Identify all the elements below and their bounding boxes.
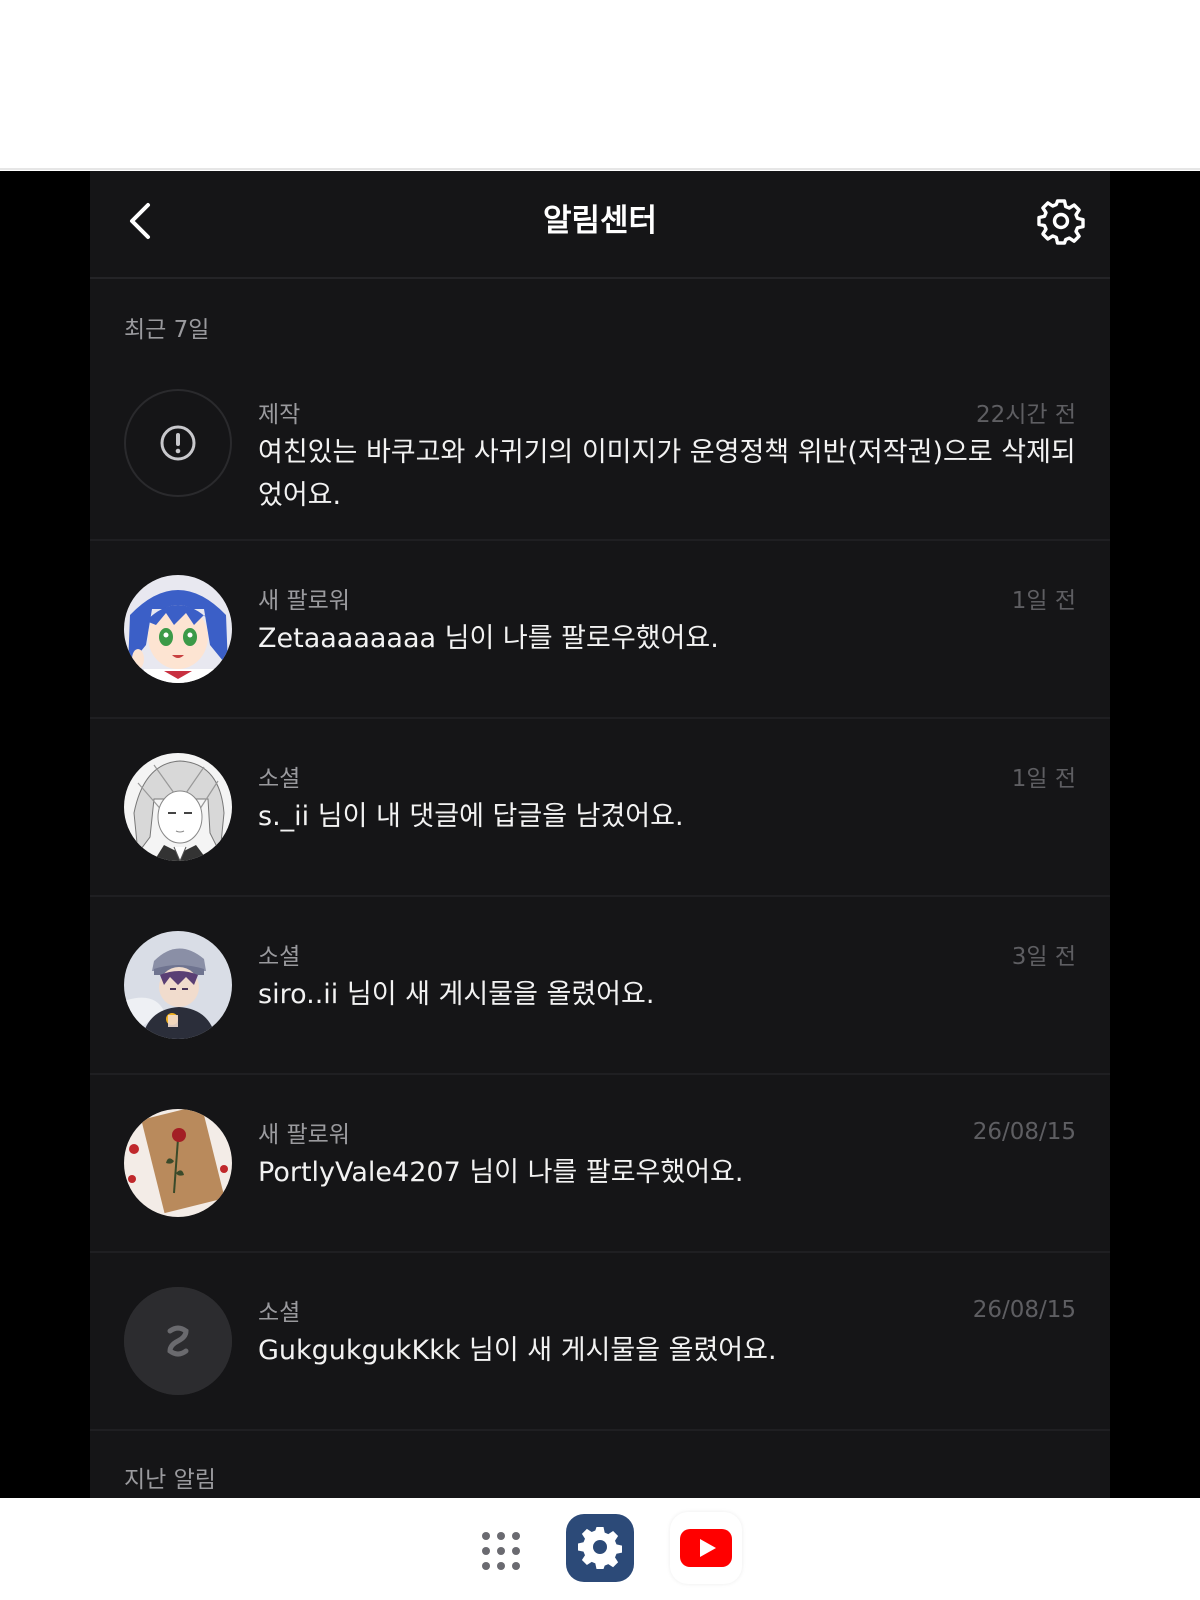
avatar	[124, 753, 232, 861]
notification-meta: 새 팔로워 1일 전	[258, 583, 1076, 614]
notification-category: 제작	[258, 402, 301, 428]
notification-time: 26/08/15	[972, 1119, 1076, 1145]
notification-body: 새 팔로워 26/08/15 PortlyVale4207 님이 나를 팔로우했…	[258, 1109, 1076, 1194]
avatar	[124, 1287, 232, 1395]
notification-body: 새 팔로워 1일 전 Zetaaaaaaaa 님이 나를 팔로우했어요.	[258, 575, 1076, 660]
notification-body: 소셜 3일 전 siro..ii 님이 새 게시물을 올렸어요.	[258, 931, 1076, 1016]
notification-time: 26/08/15	[972, 1297, 1076, 1323]
youtube-app-button[interactable]	[670, 1512, 742, 1584]
sketch-portrait-avatar	[124, 753, 232, 861]
notification-message: siro..ii 님이 새 게시물을 올렸어요.	[258, 979, 655, 1010]
default-logo-avatar	[124, 1287, 232, 1395]
header: 알림센터	[90, 171, 1110, 279]
notification-category: 소셜	[258, 944, 301, 970]
page-title: 알림센터	[542, 203, 658, 239]
apps-grid-button[interactable]	[480, 1530, 522, 1572]
youtube-app-icon	[680, 1529, 732, 1567]
notification-item[interactable]: 새 팔로워 1일 전 Zetaaaaaaaa 님이 나를 팔로우했어요.	[90, 541, 1110, 719]
notification-meta: 소셜 3일 전	[258, 939, 1076, 970]
notification-category: 새 팔로워	[258, 588, 350, 614]
status-area	[0, 0, 1200, 170]
notification-message: Zetaaaaaaaa 님이 나를 팔로우했어요.	[258, 623, 719, 654]
notification-time: 1일 전	[1011, 588, 1076, 614]
section-recent-label: 최근 7일	[124, 317, 210, 343]
notification-meta: 새 팔로워 26/08/15	[258, 1117, 1076, 1148]
notification-category: 소셜	[258, 1300, 301, 1326]
notification-item[interactable]: 소셜 26/08/15 GukgukgukKkk 님이 새 게시물을 올렸어요.	[90, 1253, 1110, 1431]
settings-app-button[interactable]	[566, 1514, 634, 1582]
notification-category: 소셜	[258, 766, 301, 792]
notification-category: 새 팔로워	[258, 1122, 350, 1148]
bottom-dock	[0, 1498, 1200, 1600]
avatar	[124, 575, 232, 683]
avatar	[124, 389, 232, 497]
settings-app-icon	[578, 1527, 622, 1569]
notification-item[interactable]: 소셜 1일 전 s._ii 님이 내 댓글에 답글을 남겼어요.	[90, 719, 1110, 897]
section-past-label: 지난 알림	[124, 1467, 216, 1493]
alert-icon	[160, 425, 196, 461]
grid-icon	[482, 1532, 520, 1570]
notification-body: 소셜 1일 전 s._ii 님이 내 댓글에 답글을 남겼어요.	[258, 753, 1076, 838]
notification-message: s._ii 님이 내 댓글에 답글을 남겼어요.	[258, 801, 684, 832]
notification-message: 여친있는 바쿠고와 사귀기의 이미지가 운영정책 위반(저작권)으로 삭제되었어…	[258, 437, 1076, 511]
rose-paper-avatar	[124, 1109, 232, 1217]
settings-button[interactable]	[1034, 195, 1088, 249]
notification-item[interactable]: 제작 22시간 전 여친있는 바쿠고와 사귀기의 이미지가 운영정책 위반(저작…	[90, 371, 1110, 541]
anime-boy-hat-avatar	[124, 931, 232, 1039]
app-viewport: 알림센터 최근 7일 제작 22시간 전 여친있는 바쿠고와 사귀기의 이미지가…	[0, 171, 1200, 1498]
notification-message: PortlyVale4207 님이 나를 팔로우했어요.	[258, 1157, 744, 1188]
gear-icon	[1037, 199, 1085, 245]
notification-message: GukgukgukKkk 님이 새 게시물을 올렸어요.	[258, 1335, 777, 1366]
notification-item[interactable]: 소셜 3일 전 siro..ii 님이 새 게시물을 올렸어요.	[90, 897, 1110, 1075]
notification-time: 22시간 전	[975, 402, 1076, 428]
notification-center-panel: 알림센터 최근 7일 제작 22시간 전 여친있는 바쿠고와 사귀기의 이미지가…	[90, 171, 1110, 1498]
notification-body: 제작 22시간 전 여친있는 바쿠고와 사귀기의 이미지가 운영정책 위반(저작…	[258, 389, 1076, 517]
notification-time: 1일 전	[1011, 766, 1076, 792]
avatar	[124, 931, 232, 1039]
notification-meta: 소셜 1일 전	[258, 761, 1076, 792]
notification-meta: 소셜 26/08/15	[258, 1295, 1076, 1326]
notification-body: 소셜 26/08/15 GukgukgukKkk 님이 새 게시물을 올렸어요.	[258, 1287, 1076, 1372]
anime-girl-blue-hair-avatar	[124, 575, 232, 683]
notification-meta: 제작 22시간 전	[258, 397, 1076, 428]
avatar	[124, 1109, 232, 1217]
notification-item[interactable]: 새 팔로워 26/08/15 PortlyVale4207 님이 나를 팔로우했…	[90, 1075, 1110, 1253]
notification-time: 3일 전	[1011, 944, 1076, 970]
